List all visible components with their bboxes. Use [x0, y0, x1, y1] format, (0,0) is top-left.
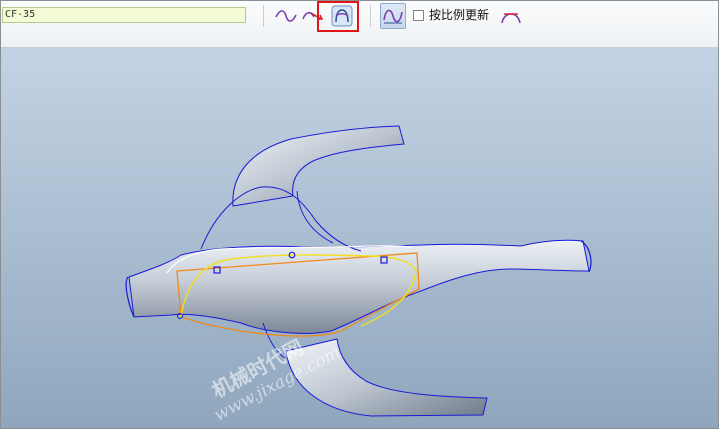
toolbar-separator [263, 5, 264, 27]
feature-name-field[interactable] [2, 7, 246, 23]
surface-model [125, 125, 592, 417]
upper-arm-surface [232, 125, 405, 207]
curve-edit-icon [382, 6, 404, 26]
proportional-update-label: 按比例更新 [429, 8, 490, 22]
boundary-curve [296, 190, 334, 244]
arc-shape-icon [500, 8, 522, 24]
wave-curve-icon [275, 9, 297, 23]
dashboard-toolbar: 按比例更新 [1, 1, 718, 48]
curve-edit-button[interactable] [380, 3, 406, 29]
wave-curve-button[interactable] [274, 4, 298, 28]
toolbar-separator [370, 5, 371, 27]
main-body-surface [128, 239, 590, 334]
highlight-box [317, 1, 359, 32]
app-window: 按比例更新 [0, 0, 719, 429]
arc-shape-button[interactable] [499, 4, 523, 28]
model-viewport[interactable]: 机械时代网 www.jixage.com [1, 48, 718, 428]
lower-arm-surface [285, 338, 488, 417]
proportional-update-checkbox[interactable] [413, 10, 424, 21]
